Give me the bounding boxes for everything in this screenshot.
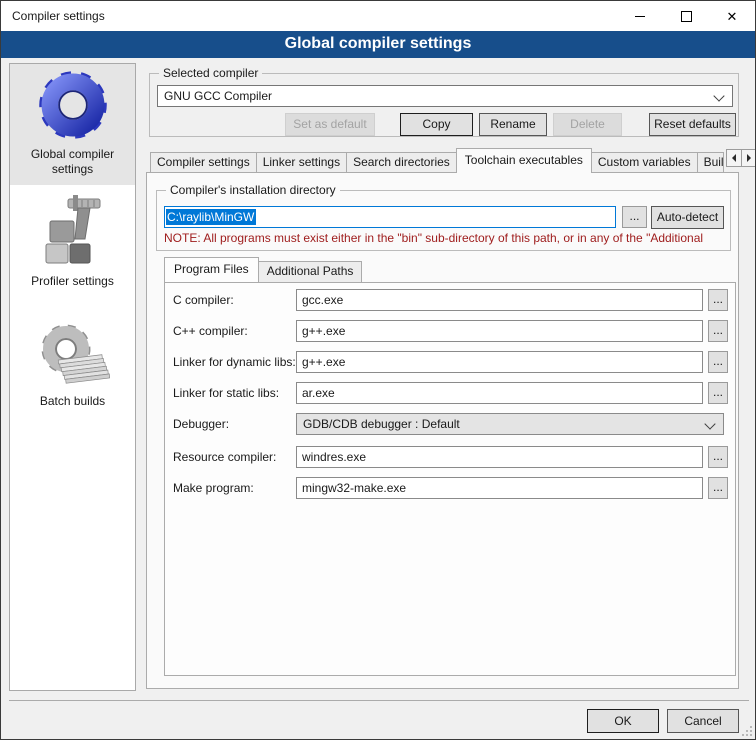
set-as-default-button[interactable]: Set as default [285,113,375,136]
cpp-compiler-label: C++ compiler: [173,320,298,342]
cpp-compiler-browse-button[interactable]: ... [708,320,728,342]
maximize-button[interactable] [663,1,709,31]
page-title: Global compiler settings [1,31,755,58]
chevron-down-icon [704,418,715,429]
rename-button[interactable]: Rename [479,113,547,136]
resource-compiler-browse-button[interactable]: ... [708,446,728,468]
settings-tab-strip: Compiler settings Linker settings Search… [150,148,723,173]
delete-button[interactable]: Delete [553,113,622,136]
tab-toolchain-executables[interactable]: Toolchain executables [456,148,592,173]
debugger-dropdown[interactable]: GDB/CDB debugger : Default [296,413,724,435]
tab-scroll-buttons [727,149,756,167]
sidebar-item-global-compiler-settings[interactable]: Global compiler settings [10,64,135,185]
compiler-settings-dialog: Compiler settings ✕ Global compiler sett… [0,0,756,740]
browse-directory-button[interactable]: ... [622,206,647,228]
linker-static-browse-button[interactable]: ... [708,382,728,404]
close-icon: ✕ [727,10,738,23]
cpp-compiler-input[interactable] [296,320,703,342]
sidebar-item-label: Global compiler settings [10,145,135,177]
group-label: Compiler's installation directory [166,183,340,198]
auto-detect-button[interactable]: Auto-detect [651,206,724,229]
linker-dynamic-label: Linker for dynamic libs: [173,351,298,373]
tab-linker-settings[interactable]: Linker settings [256,152,347,173]
settings-sidebar: Global compiler settings Profiler settin… [9,63,136,691]
selected-compiler-dropdown[interactable]: GNU GCC Compiler [157,85,733,107]
note-text: NOTE: All programs must exist either in … [164,231,730,246]
group-label: Selected compiler [159,66,262,81]
make-program-browse-button[interactable]: ... [708,477,728,499]
gear-stack-icon [36,321,110,389]
left-arrow-icon [732,154,736,162]
sidebar-item-label: Batch builds [10,392,135,409]
window-title: Compiler settings [12,9,105,23]
c-compiler-browse-button[interactable]: ... [708,289,728,311]
close-button[interactable]: ✕ [709,1,755,31]
selected-compiler-value: GNU GCC Compiler [164,89,272,103]
tab-compiler-settings[interactable]: Compiler settings [150,152,257,173]
resource-compiler-label: Resource compiler: [173,446,298,468]
chevron-down-icon [713,90,724,101]
tab-custom-variables[interactable]: Custom variables [591,152,698,173]
installation-directory-input[interactable]: C:\raylib\MinGW [164,206,616,228]
tab-search-directories[interactable]: Search directories [346,152,457,173]
blue-gear-icon [36,68,110,142]
c-compiler-input[interactable] [296,289,703,311]
caliper-icon [38,195,108,269]
tab-scroll-right-button[interactable] [741,149,756,167]
title-bar: Compiler settings ✕ [1,1,755,31]
right-arrow-icon [747,154,751,162]
reset-defaults-button[interactable]: Reset defaults [649,113,736,136]
linker-dynamic-browse-button[interactable]: ... [708,351,728,373]
cancel-button[interactable]: Cancel [667,709,739,733]
linker-static-input[interactable] [296,382,703,404]
maximize-icon [681,11,692,22]
c-compiler-label: C compiler: [173,289,298,311]
sidebar-item-label: Profiler settings [10,272,135,289]
tab-program-files[interactable]: Program Files [164,257,259,282]
sidebar-item-profiler-settings[interactable]: Profiler settings [10,195,135,289]
ok-button[interactable]: OK [587,709,659,733]
tab-build-options-clipped[interactable]: Builc [697,152,724,173]
sidebar-item-batch-builds[interactable]: Batch builds [10,321,135,409]
tab-scroll-left-button[interactable] [726,149,742,167]
minimize-icon [635,16,645,17]
footer-divider [9,700,749,701]
make-program-input[interactable] [296,477,703,499]
linker-static-label: Linker for static libs: [173,382,298,404]
minimize-button[interactable] [617,1,663,31]
selected-text: C:\raylib\MinGW [166,209,256,225]
debugger-value: GDB/CDB debugger : Default [303,417,460,431]
make-program-label: Make program: [173,477,298,499]
program-files-tab-strip: Program Files Additional Paths [164,257,361,282]
debugger-label: Debugger: [173,413,298,435]
resize-grip[interactable] [742,726,752,736]
resource-compiler-input[interactable] [296,446,703,468]
linker-dynamic-input[interactable] [296,351,703,373]
tab-additional-paths[interactable]: Additional Paths [258,261,363,282]
copy-button[interactable]: Copy [400,113,473,136]
